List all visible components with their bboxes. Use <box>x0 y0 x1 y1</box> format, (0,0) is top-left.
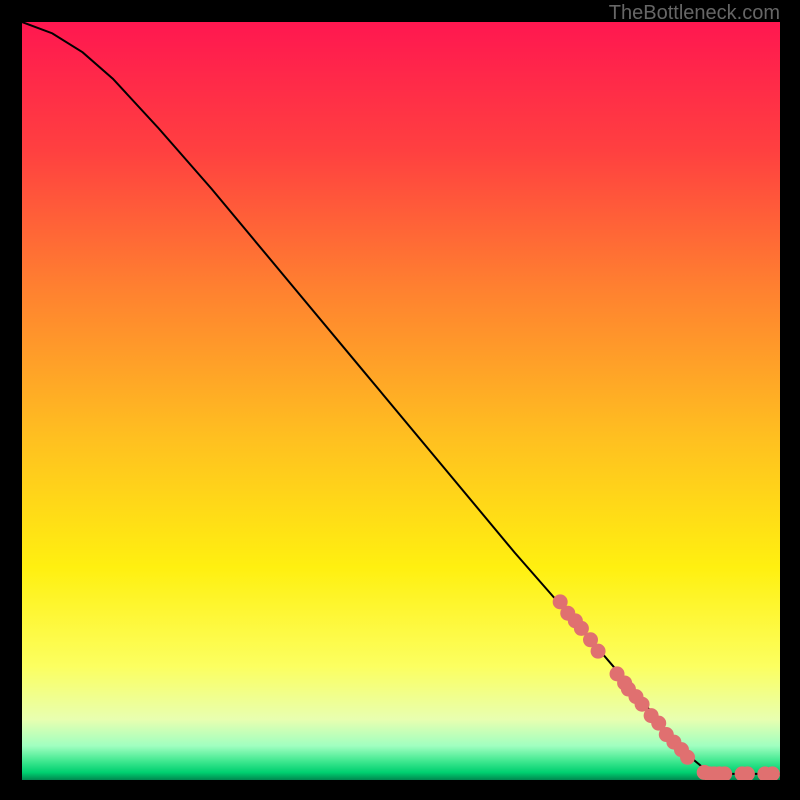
scatter-points <box>22 22 780 780</box>
data-point <box>680 750 695 765</box>
watermark-label: TheBottleneck.com <box>609 2 780 25</box>
chart-canvas <box>22 22 780 780</box>
data-point <box>591 644 606 659</box>
